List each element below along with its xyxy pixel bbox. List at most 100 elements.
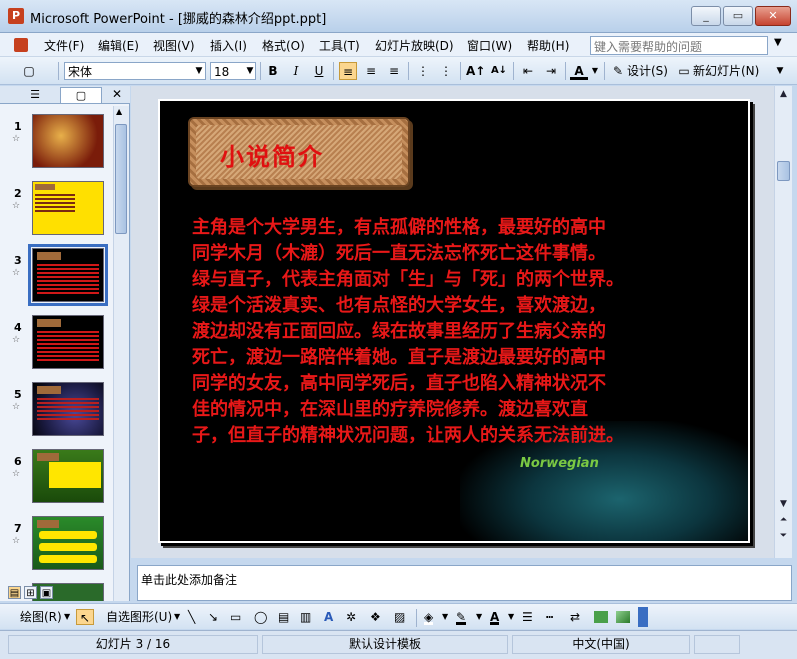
menu-edit[interactable]: 编辑(E): [98, 37, 139, 54]
arrow-style-icon[interactable]: ⇄: [570, 609, 580, 625]
line-color-icon[interactable]: ✎: [456, 609, 467, 625]
slide-thumbnail-4[interactable]: [32, 315, 104, 369]
slide-thumbnail-5[interactable]: [32, 382, 104, 436]
wordart-icon[interactable]: A: [324, 609, 333, 625]
font-name-select[interactable]: 宋体: [64, 62, 206, 80]
bold-button[interactable]: B: [264, 62, 282, 80]
arrow-icon[interactable]: ↘: [208, 609, 218, 625]
underline-button[interactable]: U: [310, 62, 328, 80]
menu-insert[interactable]: 插入(I): [210, 37, 247, 54]
line-style-icon[interactable]: ☰: [522, 609, 533, 625]
chevron-down-icon[interactable]: ▼: [476, 609, 482, 625]
numbered-list-icon[interactable]: ⋮: [414, 62, 432, 80]
select-pointer-icon[interactable]: ↖: [76, 609, 94, 625]
slideshow-icon[interactable]: ▣: [40, 586, 53, 599]
slide-number: 3: [14, 254, 22, 267]
italic-button[interactable]: I: [287, 62, 305, 80]
minimize-button[interactable]: _: [691, 6, 721, 26]
scroll-up-icon[interactable]: ▲: [116, 107, 122, 116]
scroll-up-icon[interactable]: ▲: [777, 88, 790, 101]
chevron-down-icon[interactable]: ▼: [64, 609, 70, 625]
slide-vertical-scrollbar[interactable]: ▲ ▼ ⏶ ⏷: [774, 86, 792, 558]
restore-button[interactable]: ▭: [723, 6, 753, 26]
toolbar-options-icon[interactable]: ▼: [772, 62, 788, 80]
decrease-font-icon[interactable]: A↓: [490, 62, 508, 80]
close-button[interactable]: ✕: [755, 6, 791, 26]
rectangle-icon[interactable]: ▭: [230, 609, 241, 625]
shadow-style-icon[interactable]: [594, 611, 608, 623]
scroll-down-icon[interactable]: ▼: [777, 498, 790, 511]
font-color-icon[interactable]: A: [490, 609, 500, 625]
increase-indent-icon[interactable]: ⇥: [542, 62, 560, 80]
slide-scroll-thumb[interactable]: [777, 161, 790, 181]
close-icon[interactable]: ✕: [112, 87, 122, 101]
outline-tab[interactable]: ☰: [20, 87, 50, 103]
slide-thumbnail-7[interactable]: [32, 516, 104, 570]
notes-placeholder[interactable]: 单击此处添加备注: [141, 571, 237, 588]
menu-help[interactable]: 帮助(H): [527, 37, 569, 54]
chevron-down-icon[interactable]: ▼: [590, 62, 600, 80]
fill-color-icon[interactable]: ◈: [424, 609, 434, 625]
slide-canvas[interactable]: Norwegian 小说简介 主角是个大学男生，有点孤僻的性格，最要好的高中 同…: [158, 99, 750, 543]
slide-body-text[interactable]: 主角是个大学男生，有点孤僻的性格，最要好的高中 同学木月（木漉）死后一直无法忘怀…: [192, 215, 742, 449]
notes-pane[interactable]: 单击此处添加备注: [137, 565, 792, 601]
powerpoint-app-icon[interactable]: P: [8, 8, 24, 24]
design-button[interactable]: 设计(S): [627, 62, 671, 80]
bullet-list-icon[interactable]: ⋮: [437, 62, 455, 80]
increase-font-icon[interactable]: A↑: [466, 62, 485, 80]
diagram-icon[interactable]: ✲: [346, 609, 356, 625]
drawing-toolbar: 绘图(R) ▼ ↖ 自选图形(U) ▼ ╲ ↘ ▭ ◯ ▤ ▥ A ✲ ❖ ▨ …: [0, 603, 797, 629]
menu-file[interactable]: 文件(F): [44, 37, 84, 54]
chevron-down-icon[interactable]: ▼: [193, 62, 205, 80]
font-color-icon[interactable]: A: [570, 62, 588, 80]
slide-title[interactable]: 小说简介: [220, 137, 324, 172]
decrease-indent-icon[interactable]: ⇤: [519, 62, 537, 80]
chevron-down-icon[interactable]: ▼: [442, 609, 448, 625]
menu-tools[interactable]: 工具(T): [319, 37, 360, 54]
slide-thumbnail-6[interactable]: [32, 449, 104, 503]
toolbar-separator: [58, 62, 59, 80]
dash-style-icon[interactable]: ┅: [546, 609, 553, 625]
clipart-icon[interactable]: ❖: [370, 609, 381, 625]
slide-sorter-icon[interactable]: ⊞: [24, 586, 37, 599]
next-slide-icon[interactable]: ⏷: [777, 530, 790, 543]
slide-thumbnail-2[interactable]: [32, 181, 104, 235]
slide-thumbnail-1[interactable]: [32, 114, 104, 168]
previous-slide-icon[interactable]: ⏶: [777, 514, 790, 527]
menu-format[interactable]: 格式(O): [262, 37, 305, 54]
chevron-down-icon[interactable]: ▼: [508, 609, 514, 625]
menu-window[interactable]: 窗口(W): [467, 37, 512, 54]
align-left-icon[interactable]: ≡: [339, 62, 357, 80]
document-icon[interactable]: [14, 38, 28, 52]
textbox-icon[interactable]: ▤: [278, 609, 289, 625]
title-plaque[interactable]: 小说简介: [188, 117, 410, 187]
menu-slideshow[interactable]: 幻灯片放映(D): [375, 37, 454, 54]
toolbar-separator: [333, 62, 334, 80]
draw-menu-button[interactable]: 绘图(R): [20, 609, 62, 625]
window-title: Microsoft PowerPoint - [挪威的森林介绍ppt.ppt]: [30, 12, 327, 27]
normal-view-icon[interactable]: ▤: [8, 586, 21, 599]
star-icon: ☆: [12, 536, 21, 546]
picture-icon[interactable]: ▨: [394, 609, 405, 625]
toolbar-separator: [408, 62, 409, 80]
view-buttons: ▤ ⊞ ▣: [0, 586, 60, 601]
line-icon[interactable]: ╲: [188, 609, 195, 625]
slides-panel-scroll-thumb[interactable]: [115, 124, 127, 234]
chevron-down-icon[interactable]: ▼: [774, 37, 782, 48]
3d-style-icon[interactable]: [616, 611, 630, 623]
align-right-icon[interactable]: ≡: [385, 62, 403, 80]
chevron-down-icon[interactable]: ▼: [174, 609, 180, 625]
chevron-down-icon[interactable]: ▼: [244, 62, 256, 80]
new-slide-button[interactable]: 新幻灯片(N): [693, 62, 765, 80]
star-icon: ☆: [12, 268, 21, 278]
slide-thumbnail-3[interactable]: [28, 244, 108, 306]
help-search-input[interactable]: 键入需要帮助的问题: [590, 36, 768, 55]
align-center-icon[interactable]: ≡: [362, 62, 380, 80]
new-document-icon[interactable]: ▢: [20, 62, 38, 80]
oval-icon[interactable]: ◯: [254, 609, 267, 625]
vertical-textbox-icon[interactable]: ▥: [300, 609, 311, 625]
slides-tab[interactable]: ▢: [60, 87, 102, 103]
toolbar-options-icon[interactable]: [638, 607, 648, 627]
autoshapes-button[interactable]: 自选图形(U): [106, 609, 172, 625]
menu-view[interactable]: 视图(V): [153, 37, 195, 54]
